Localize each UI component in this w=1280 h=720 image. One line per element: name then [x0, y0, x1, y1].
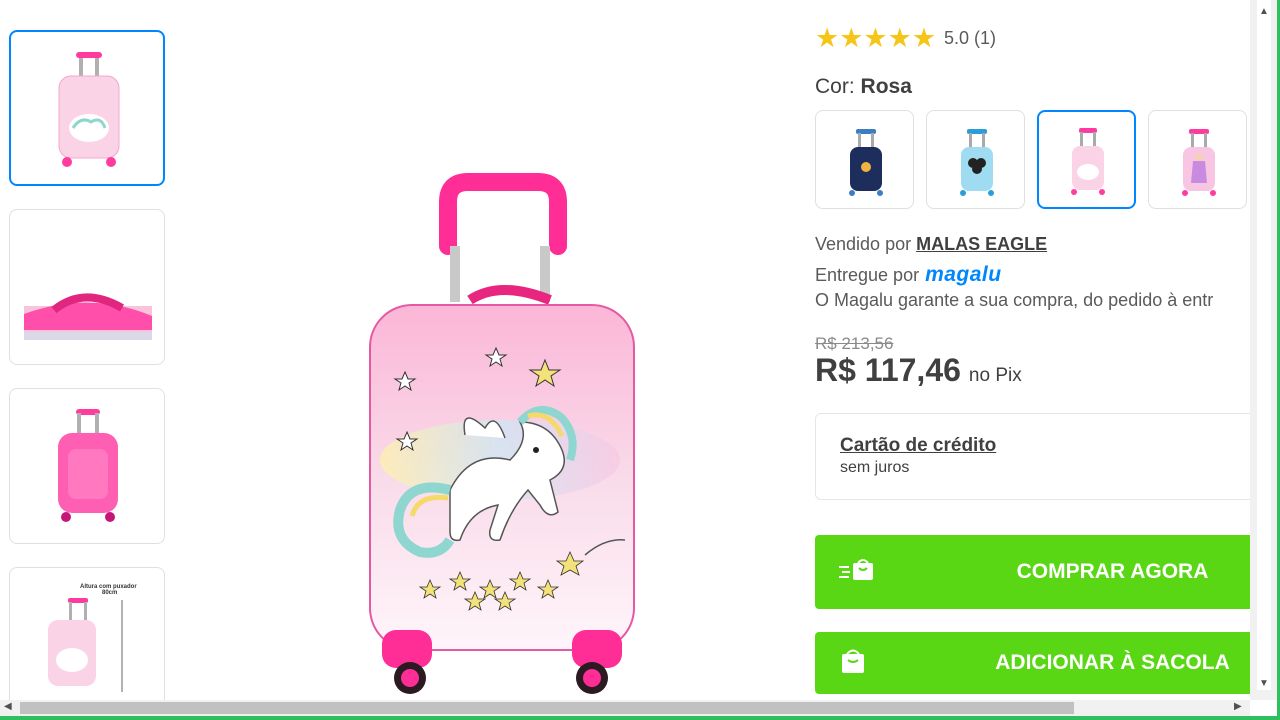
- buy-now-label: COMPRAR AGORA: [1016, 560, 1209, 583]
- main-product-image[interactable]: [300, 160, 720, 700]
- rating[interactable]: ★★★★★ 5.0 (1): [815, 24, 996, 52]
- seller-info: Vendido por MALAS EAGLE: [815, 234, 1047, 255]
- thumbnail-handle[interactable]: [9, 209, 165, 365]
- color-label-prefix: Cor:: [815, 75, 855, 98]
- color-selected-value: Rosa: [860, 75, 912, 98]
- buy-now-button[interactable]: COMPRAR AGORA: [815, 535, 1250, 609]
- horizontal-scroll-thumb[interactable]: [20, 702, 1074, 714]
- guarantee-text: O Magalu garante a sua compra, do pedido…: [815, 290, 1214, 310]
- add-to-bag-label: ADICIONAR À SACOLA: [995, 651, 1230, 674]
- rating-text: 5.0 (1): [944, 27, 997, 48]
- variant-pink-unicorn[interactable]: [1037, 110, 1136, 209]
- price-note: no Pix: [968, 365, 1022, 386]
- thumbnail-front[interactable]: [9, 30, 165, 186]
- window-bottom-edge: [0, 716, 1280, 720]
- horizontal-scrollbar[interactable]: ◀ ▶: [0, 700, 1250, 716]
- credit-card-option[interactable]: Cartão de crédito sem juros: [815, 413, 1250, 500]
- scroll-down-arrow-icon[interactable]: ▼: [1259, 678, 1269, 689]
- variant-navy-space[interactable]: [815, 110, 914, 209]
- price-row: R$ 117,46 no Pix: [815, 352, 1022, 389]
- current-price: R$ 117,46: [815, 352, 961, 388]
- dimension-caption: Altura com puxador 80cm: [80, 584, 137, 596]
- product-page: Altura com puxador 80cm ★★★★★ 5.0 (1) Co…: [0, 0, 1280, 720]
- delivered-by: Entregue por magalu: [815, 263, 1002, 287]
- variant-light-blue-mouse[interactable]: [926, 110, 1025, 209]
- magalu-logo: magalu: [925, 263, 1002, 286]
- seller-prefix: Vendido por: [815, 234, 912, 254]
- vertical-scroll-thumb[interactable]: [1257, 0, 1271, 690]
- credit-card-subtitle: sem juros: [840, 459, 910, 476]
- scroll-up-arrow-icon[interactable]: ▲: [1259, 6, 1269, 17]
- thumbnail-dimensions[interactable]: Altura com puxador 80cm: [9, 567, 165, 720]
- color-label: Cor: Rosa: [815, 75, 912, 99]
- rating-stars-icon: ★★★★★: [815, 23, 937, 53]
- vertical-scrollbar[interactable]: ▲ ▼: [1250, 0, 1280, 720]
- dimension-caption-line2: 80cm: [102, 590, 118, 596]
- product-info-panel: ★★★★★ 5.0 (1) Cor: Rosa Vendido por MALA…: [815, 0, 1250, 700]
- color-variants: [815, 110, 1250, 210]
- thumbnail-back[interactable]: [9, 388, 165, 544]
- credit-card-title[interactable]: Cartão de crédito: [840, 435, 996, 457]
- add-to-bag-button[interactable]: ADICIONAR À SACOLA: [815, 632, 1250, 694]
- scroll-left-arrow-icon[interactable]: ◀: [4, 701, 12, 712]
- variant-pink-princess[interactable]: [1148, 110, 1247, 209]
- old-price: R$ 213,56: [815, 334, 894, 353]
- seller-link[interactable]: MALAS EAGLE: [916, 234, 1047, 254]
- delivered-prefix: Entregue por: [815, 264, 920, 285]
- scroll-right-arrow-icon[interactable]: ▶: [1234, 701, 1242, 712]
